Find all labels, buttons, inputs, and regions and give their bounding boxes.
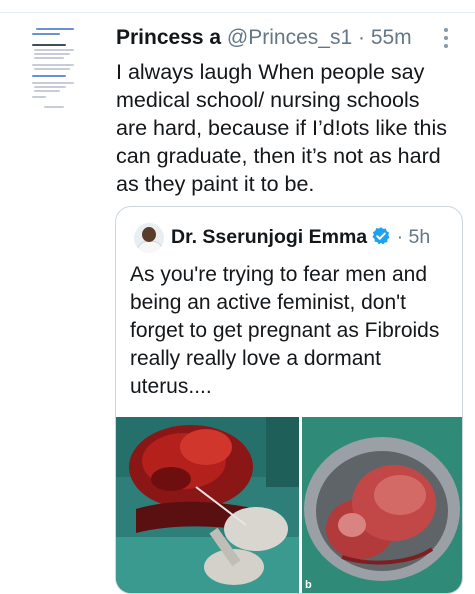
top-divider [0, 0, 475, 13]
tweet-text: I always laugh When people say medical s… [116, 60, 448, 196]
header-separator: · [357, 26, 365, 49]
author-handle[interactable]: @Princes_s1 [227, 26, 352, 49]
quoted-tweet-time[interactable]: 5h [409, 226, 431, 248]
surgery-photo[interactable] [116, 417, 299, 593]
verified-badge-icon [371, 226, 391, 246]
fibroid-specimen-photo[interactable]: b [302, 417, 462, 593]
quoted-header-separator: · [396, 226, 404, 248]
quoted-author-avatar[interactable] [134, 223, 164, 253]
quoted-tweet-card[interactable]: Dr. Sserunjogi Emma · 5h As you're tryin… [115, 206, 463, 594]
tweet-header: Princess a @Princes_s1 · 55m [116, 24, 412, 52]
quoted-author-name[interactable]: Dr. Sserunjogi Emma [171, 226, 367, 248]
quoted-tweet-text: As you're trying to fear men and being a… [130, 263, 440, 398]
quoted-tweet-media[interactable]: b [116, 417, 462, 593]
image-label: b [305, 579, 312, 591]
more-vertical-icon[interactable] [440, 28, 452, 52]
tweet-time[interactable]: 55m [371, 26, 412, 49]
author-name[interactable]: Princess a [116, 26, 221, 49]
quoted-tweet-header: Dr. Sserunjogi Emma · 5h [171, 224, 430, 250]
author-avatar[interactable] [22, 24, 94, 116]
